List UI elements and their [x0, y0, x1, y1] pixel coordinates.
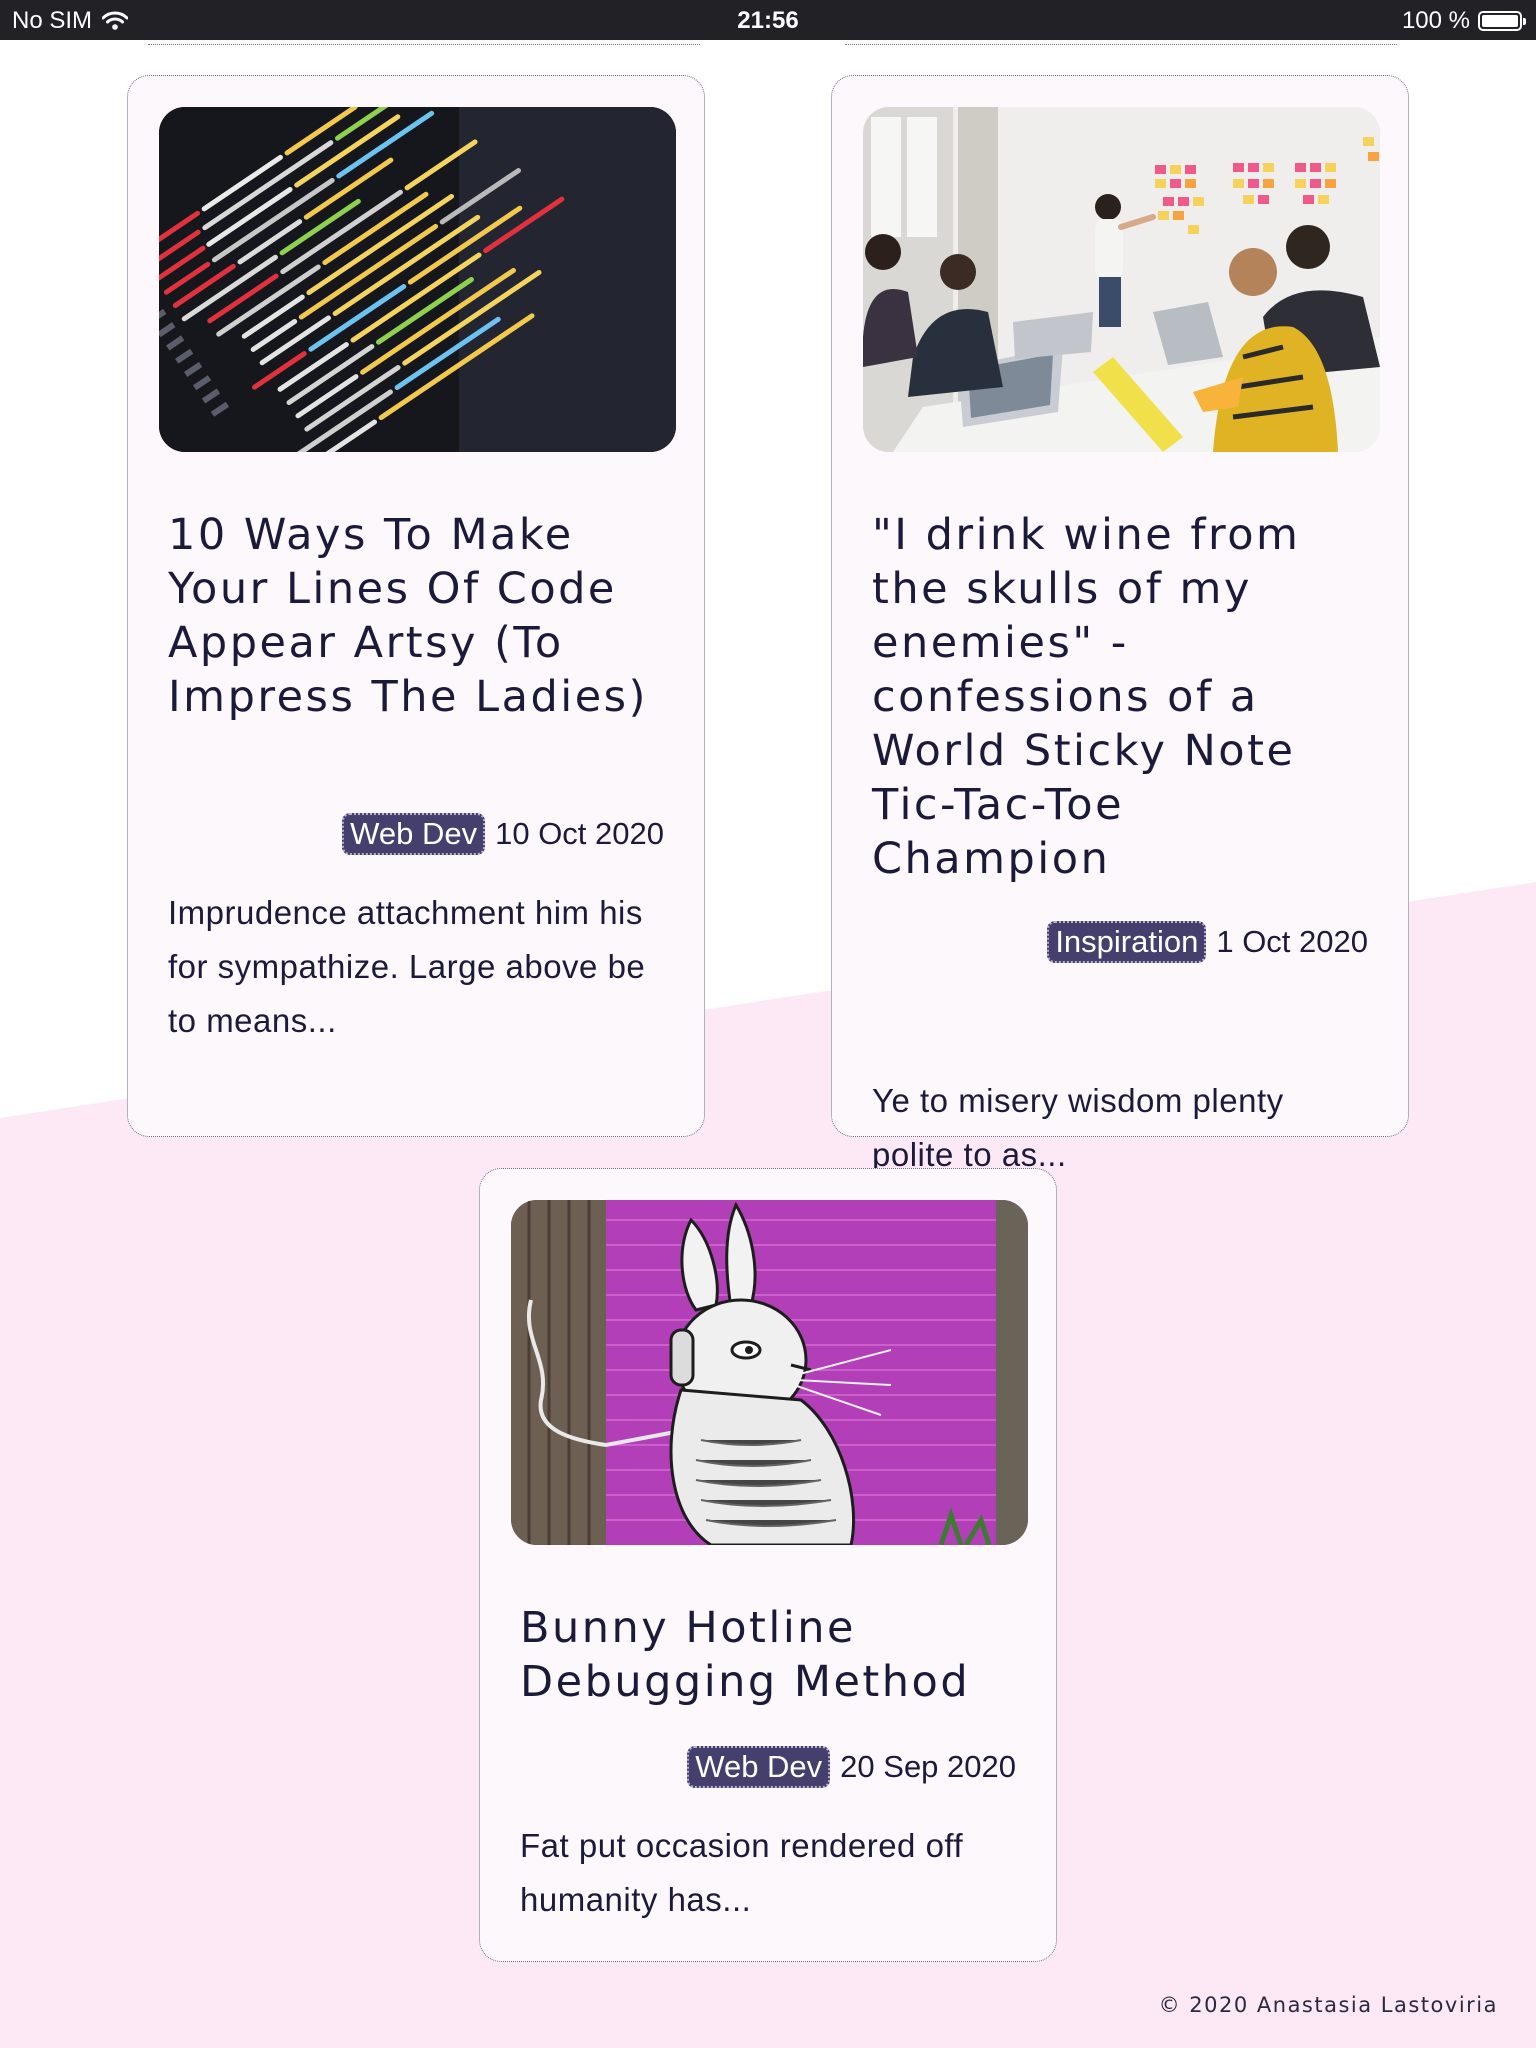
category-tag[interactable]: Web Dev — [342, 813, 486, 855]
previous-card-edge — [148, 40, 700, 45]
post-title[interactable]: 10 Ways To Make Your Lines Of Code Appea… — [168, 508, 668, 724]
post-meta: Inspiration 1 Oct 2020 — [1047, 921, 1368, 963]
post-title[interactable]: "I drink wine from the skulls of my enem… — [872, 508, 1372, 886]
category-tag[interactable]: Web Dev — [687, 1746, 831, 1788]
post-image-code[interactable] — [159, 107, 676, 452]
post-date: 20 Sep 2020 — [840, 1749, 1016, 1784]
category-tag[interactable]: Inspiration — [1047, 921, 1207, 963]
post-date: 1 Oct 2020 — [1216, 924, 1368, 959]
post-title[interactable]: Bunny Hotline Debugging Method — [520, 1601, 1020, 1709]
battery-group: 100 % — [1401, 7, 1526, 35]
post-image-meeting[interactable] — [863, 107, 1380, 452]
post-meta: Web Dev 20 Sep 2020 — [687, 1746, 1016, 1788]
battery-percent: 100 % — [1401, 7, 1470, 34]
post-card[interactable]: 10 Ways To Make Your Lines Of Code Appea… — [127, 75, 705, 1137]
post-card[interactable]: "I drink wine from the skulls of my enem… — [831, 75, 1409, 1173]
footer-copyright: © 2020 Anastasia Lastoviria — [1158, 1993, 1498, 2017]
post-excerpt: Ye to misery wisdom plenty polite to as.… — [872, 1082, 1284, 1173]
battery-icon — [1478, 11, 1526, 31]
post-meta: Web Dev 10 Oct 2020 — [342, 813, 664, 855]
previous-card-edge — [845, 40, 1397, 45]
status-bar: No SIM 21:56 100 % — [0, 0, 1536, 40]
post-date: 10 Oct 2020 — [495, 816, 664, 851]
post-image-bunny[interactable] — [511, 1200, 1028, 1545]
post-card[interactable]: Bunny Hotline Debugging Method Web Dev 2… — [479, 1168, 1057, 1962]
post-excerpt: Fat put occasion rendered off humanity h… — [520, 1827, 964, 1918]
clock: 21:56 — [737, 7, 799, 34]
post-excerpt: Imprudence attachment him his for sympat… — [168, 894, 646, 1039]
